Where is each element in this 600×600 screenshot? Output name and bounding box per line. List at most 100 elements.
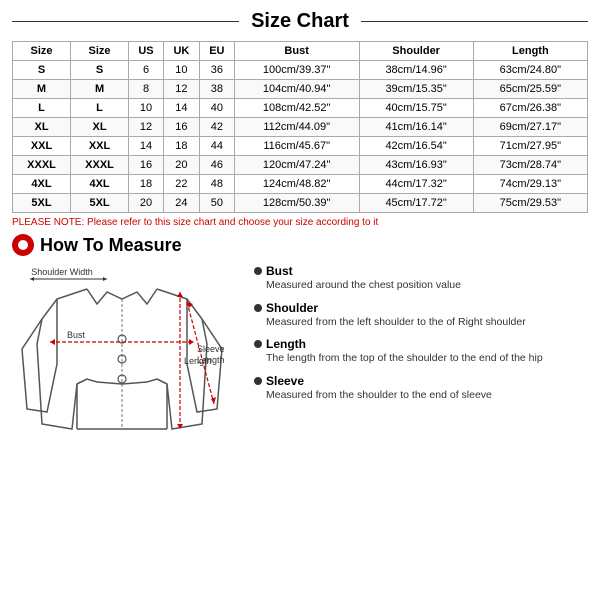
table-row: XXLXXL141844116cm/45.67"42cm/16.54"71cm/… [13,137,588,156]
table-cell: 128cm/50.39" [234,194,359,213]
table-cell: XXXL [71,156,129,175]
table-cell: 42cm/16.54" [359,137,473,156]
table-cell: 18 [129,175,164,194]
size-note: PLEASE NOTE: Please refer to this size c… [12,217,588,228]
measure-section: Shoulder Width [12,264,588,467]
table-cell: L [13,99,71,118]
table-body: SS61036100cm/39.37"38cm/14.96"63cm/24.80… [13,61,588,213]
table-cell: XXL [13,137,71,156]
table-header-cell: US [129,42,164,61]
measure-item-desc: Measured from the shoulder to the end of… [266,388,588,403]
title-line-left [12,21,239,22]
table-cell: 74cm/29.13" [473,175,587,194]
table-row: 5XL5XL202450128cm/50.39"45cm/17.72"75cm/… [13,194,588,213]
table-header-cell: UK [163,42,199,61]
measure-descriptions: BustMeasured around the chest position v… [250,264,588,467]
measure-item-title: Length [254,337,588,351]
title-line-right [361,21,588,22]
table-cell: 43cm/16.93" [359,156,473,175]
table-cell: 20 [163,156,199,175]
circle-icon-inner [18,240,28,250]
size-table: SizeSizeUSUKEUBustShoulderLength SS61036… [12,41,588,213]
table-header-cell: EU [199,42,234,61]
page-title: Size Chart [239,10,361,33]
table-cell: 16 [163,118,199,137]
measure-item-title: Sleeve [254,374,588,388]
how-to-measure-title-row: How To Measure [12,234,588,256]
table-header: SizeSizeUSUKEUBustShoulderLength [13,42,588,61]
table-cell: 36 [199,61,234,80]
table-cell: 69cm/27.17" [473,118,587,137]
table-cell: 44 [199,137,234,156]
table-cell: XL [71,118,129,137]
table-cell: 12 [163,80,199,99]
table-header-row: SizeSizeUSUKEUBustShoulderLength [13,42,588,61]
jacket-illustration: Shoulder Width [12,264,242,467]
how-to-measure-title: How To Measure [40,235,182,256]
table-cell: 100cm/39.37" [234,61,359,80]
table-row: LL101440108cm/42.52"40cm/15.75"67cm/26.3… [13,99,588,118]
table-cell: 42 [199,118,234,137]
table-cell: 75cm/29.53" [473,194,587,213]
table-cell: XL [13,118,71,137]
measure-item-desc: The length from the top of the shoulder … [266,351,588,366]
table-cell: 24 [163,194,199,213]
table-cell: 120cm/47.24" [234,156,359,175]
title-row: Size Chart [12,10,588,33]
table-cell: 8 [129,80,164,99]
table-cell: 44cm/17.32" [359,175,473,194]
table-cell: 45cm/17.72" [359,194,473,213]
table-cell: 71cm/27.95" [473,137,587,156]
measure-item: BustMeasured around the chest position v… [254,264,588,293]
measure-item-label: Length [266,337,306,351]
table-header-cell: Size [71,42,129,61]
table-cell: 5XL [13,194,71,213]
circle-icon [12,234,34,256]
table-row: 4XL4XL182248124cm/48.82"44cm/17.32"74cm/… [13,175,588,194]
table-cell: 10 [163,61,199,80]
bullet-dot [254,304,262,312]
table-cell: 4XL [71,175,129,194]
table-cell: 41cm/16.14" [359,118,473,137]
measure-item-label: Shoulder [266,301,318,315]
svg-text:Bust: Bust [67,330,86,340]
svg-text:Sleeve: Sleeve [197,344,225,354]
table-cell: 65cm/25.59" [473,80,587,99]
table-cell: 63cm/24.80" [473,61,587,80]
measure-item-title: Shoulder [254,301,588,315]
bullet-dot [254,377,262,385]
table-cell: 48 [199,175,234,194]
table-cell: 38 [199,80,234,99]
measure-item: LengthThe length from the top of the sho… [254,337,588,366]
table-cell: 112cm/44.09" [234,118,359,137]
table-cell: 50 [199,194,234,213]
table-header-cell: Size [13,42,71,61]
table-row: SS61036100cm/39.37"38cm/14.96"63cm/24.80… [13,61,588,80]
table-cell: 104cm/40.94" [234,80,359,99]
bullet-dot [254,267,262,275]
table-cell: 116cm/45.67" [234,137,359,156]
table-cell: 67cm/26.38" [473,99,587,118]
svg-text:Length: Length [197,355,225,365]
table-header-cell: Bust [234,42,359,61]
table-cell: 40 [199,99,234,118]
page-container: Size Chart SizeSizeUSUKEUBustShoulderLen… [0,0,600,600]
table-header-cell: Shoulder [359,42,473,61]
measure-item-label: Bust [266,264,293,278]
measure-item-title: Bust [254,264,588,278]
table-cell: 108cm/42.52" [234,99,359,118]
table-cell: M [71,80,129,99]
table-cell: 38cm/14.96" [359,61,473,80]
table-cell: M [13,80,71,99]
table-cell: 124cm/48.82" [234,175,359,194]
table-cell: 10 [129,99,164,118]
table-cell: 12 [129,118,164,137]
table-cell: 22 [163,175,199,194]
table-cell: 40cm/15.75" [359,99,473,118]
table-cell: L [71,99,129,118]
table-row: MM81238104cm/40.94"39cm/15.35"65cm/25.59… [13,80,588,99]
table-header-cell: Length [473,42,587,61]
table-cell: 16 [129,156,164,175]
table-row: XLXL121642112cm/44.09"41cm/16.14"69cm/27… [13,118,588,137]
measure-item-desc: Measured around the chest position value [266,278,588,293]
